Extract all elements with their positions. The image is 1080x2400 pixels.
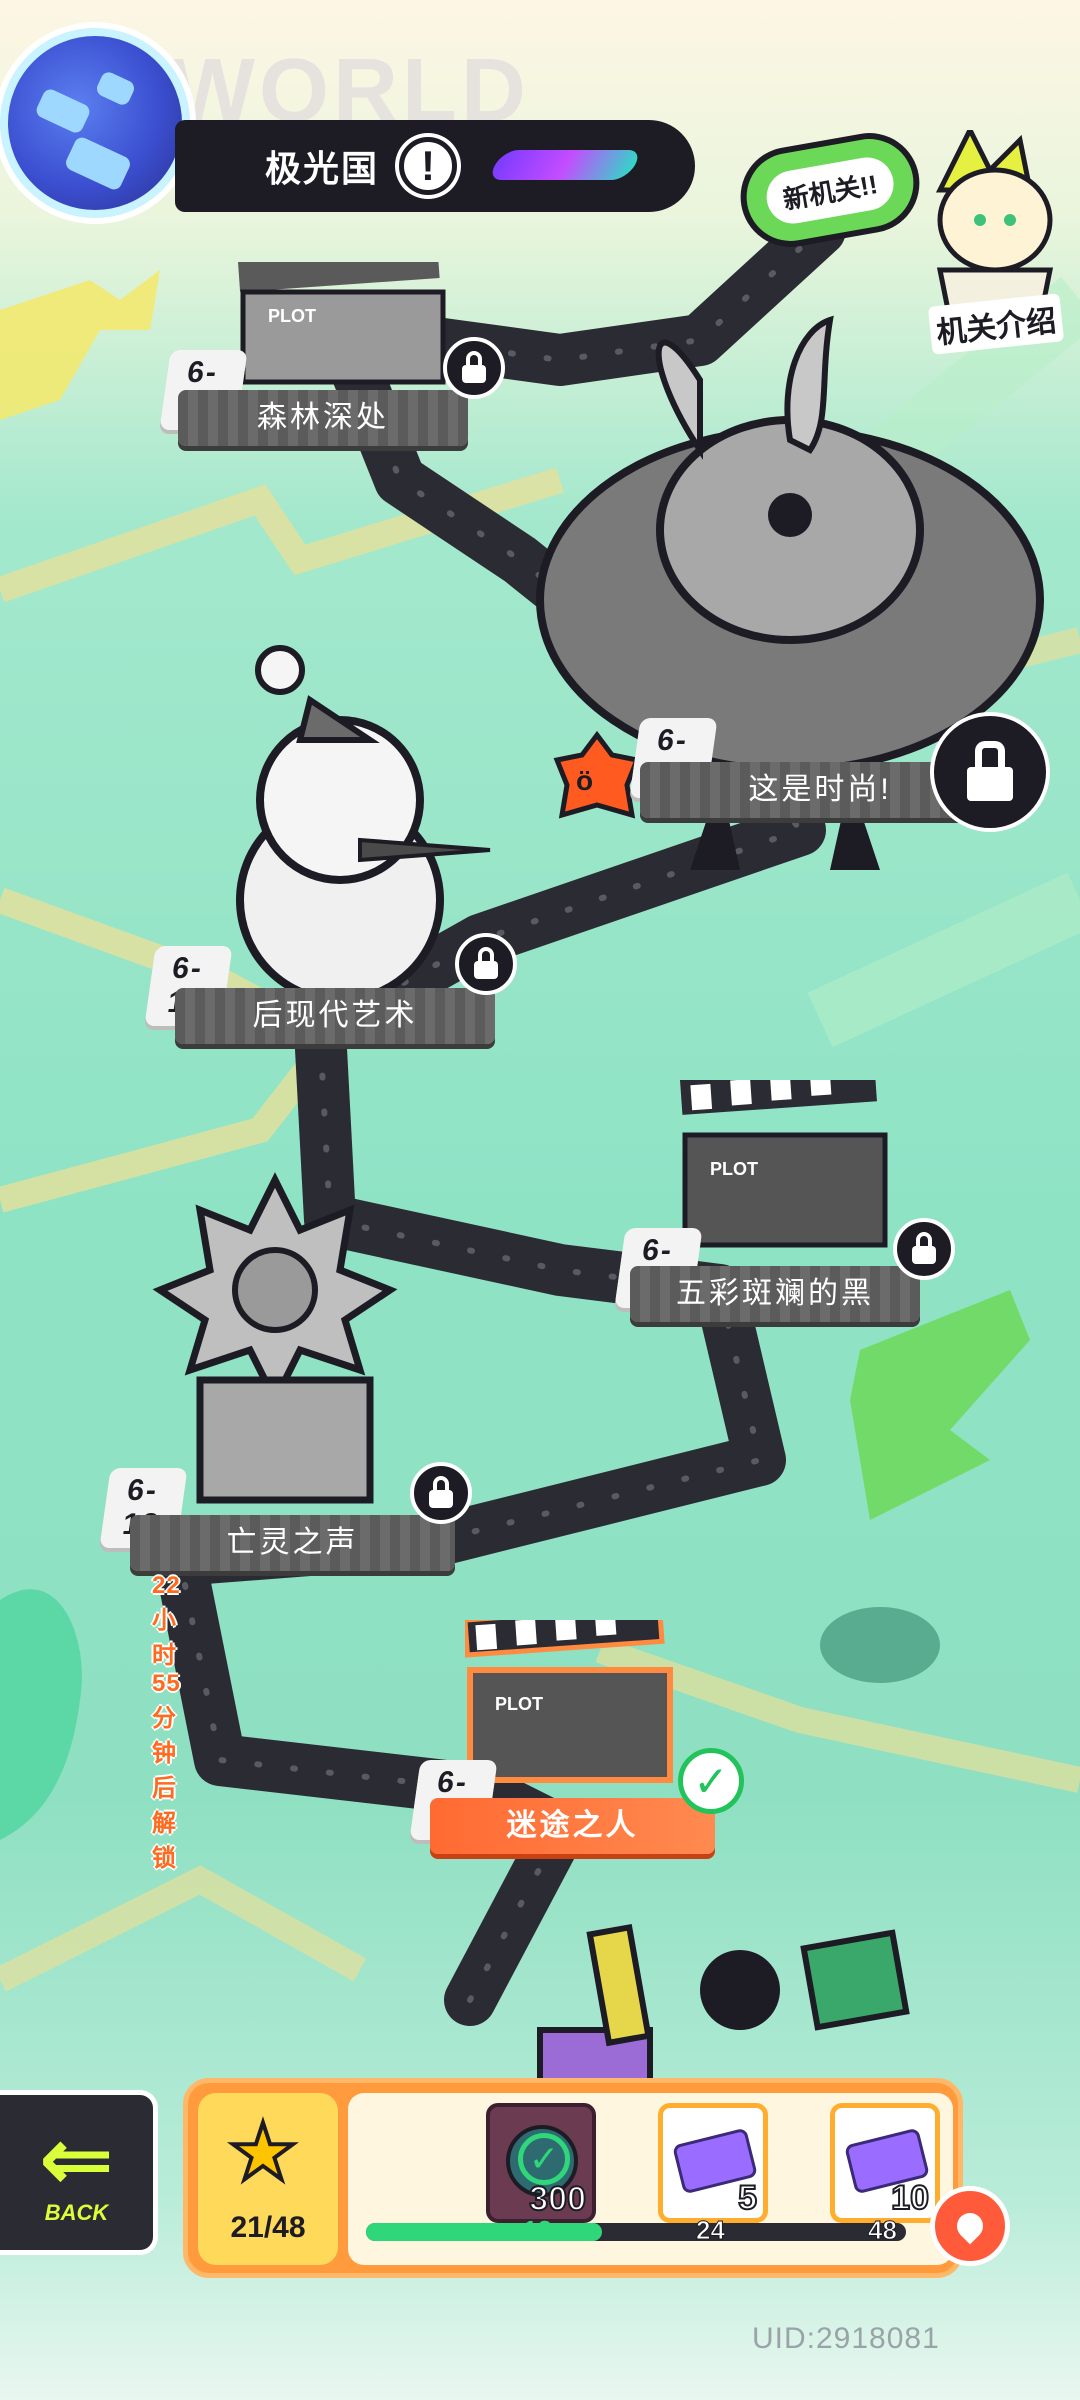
milestone-label: 12 [523,2215,552,2245]
lock-icon [893,1218,955,1280]
boss-badge-icon: ö [553,730,641,819]
plot-label-2: PLOT [710,1159,758,1179]
reward-qty: 10 [890,2178,930,2218]
star-total-box: ★ 21/48 [198,2093,338,2265]
lock-icon [443,337,505,399]
plot-label-3: PLOT [495,1694,543,1714]
claimed-check-icon: ✓ [518,2133,570,2185]
level-title: 迷途之人 [430,1798,715,1854]
level-title: 亡灵之声 [130,1515,455,1571]
location-pin-icon[interactable] [930,2186,1010,2266]
reward-qty: 300 [528,2179,587,2219]
back-button[interactable]: ⇐ BACK [0,2090,158,2255]
back-label: BACK [44,2199,109,2225]
level-title: 后现代艺术 [175,988,495,1044]
exclamation-icon[interactable]: ! [399,137,458,195]
star-count: 21/48 [230,2211,306,2244]
checkmark-icon: ✓ [678,1748,744,1814]
star-progress-fill [366,2223,603,2241]
uid-label: UID:2918081 [752,2322,940,2355]
lock-icon [455,933,517,995]
star-reward-panel: ★ 21/48 ✓ 300 5 10 12 24 48 [183,2078,963,2278]
milestone-label: 24 [696,2215,726,2246]
star-progress-bar [366,2223,906,2241]
level-title: 五彩斑斓的黑 [630,1266,920,1322]
milestone-label: 48 [868,2215,898,2246]
clapperboard-icon: PLOT [465,1620,673,1783]
lock-icon [410,1462,472,1524]
lock-icon [930,712,1050,832]
globe-icon[interactable] [0,28,190,218]
new-mechanic-label: 新机关!! [762,152,898,228]
reward-item-5[interactable]: 5 [658,2103,768,2223]
arrow-left-icon: ⇐ [38,2109,115,2210]
reward-qty: 5 [737,2178,758,2218]
metro-sign-left [0,270,160,420]
level-title: 森林深处 [178,390,468,446]
world-title-bar: 极光国 ! [175,120,695,212]
reward-item-10[interactable]: 10 [830,2103,940,2223]
guide-character-avatar[interactable] [910,130,1070,320]
unlock-timer: 22小时55分钟后解锁 [152,1572,181,1872]
world-map: WORLD 极光国 ! 新机关!! 机关介绍 PLOT 6-17 森林深处 ö [0,0,1080,2400]
map-background [0,204,1080,2123]
world-name: 极光国 [265,148,380,189]
reward-item-300[interactable]: ✓ 300 [486,2103,596,2223]
clapperboard-icon: PLOT [238,262,446,385]
plot-label-1: PLOT [268,306,316,326]
metro-sign-right [850,1290,1030,1520]
svg-text:ö: ö [576,765,593,796]
star-icon: ★ [226,2106,300,2198]
clapperboard-icon: PLOT [680,1080,888,1248]
